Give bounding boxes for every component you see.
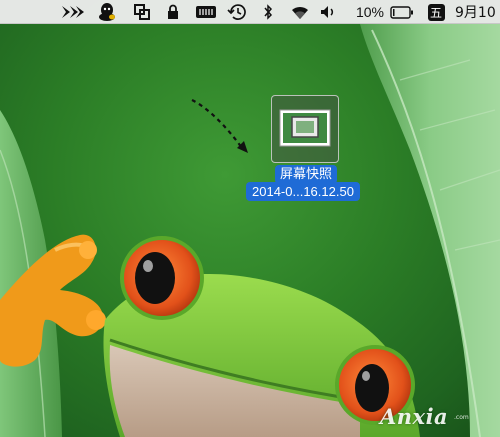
app-arrow-icon[interactable] xyxy=(60,0,86,24)
input-method-icon[interactable]: 五 xyxy=(426,0,446,24)
input-method-label: 五 xyxy=(429,5,442,20)
battery-percent-text: 10% xyxy=(355,4,385,20)
desktop[interactable]: 10% 五 9月10 屏幕快照 2014-0...16.12.50 Anxia … xyxy=(0,0,500,437)
image-thumbnail-icon xyxy=(279,109,331,147)
wifi-icon[interactable] xyxy=(288,0,312,24)
watermark-subtext: .com xyxy=(454,414,469,421)
volume-icon[interactable] xyxy=(319,0,339,24)
dashed-arrow-annotation xyxy=(191,99,248,153)
qq-penguin-icon[interactable] xyxy=(96,0,118,24)
wallpaper-frog-image xyxy=(0,24,500,437)
file-name-line2[interactable]: 2014-0...16.12.50 xyxy=(246,182,360,201)
lock-icon[interactable] xyxy=(164,0,182,24)
screen-capture-icon[interactable] xyxy=(131,0,153,24)
clock[interactable]: 9月10 xyxy=(455,0,500,24)
screenshot-file-icon[interactable] xyxy=(271,95,339,163)
battery-icon[interactable] xyxy=(389,0,415,24)
watermark-logo: Anxia xyxy=(380,404,449,429)
time-machine-icon[interactable] xyxy=(225,0,249,24)
battery-status-icon[interactable] xyxy=(193,0,219,24)
battery-percent[interactable]: 10% xyxy=(355,0,385,24)
bluetooth-icon[interactable] xyxy=(260,0,276,24)
date-text: 9月10 xyxy=(455,5,496,21)
menu-bar: 10% 五 9月10 xyxy=(0,0,500,24)
